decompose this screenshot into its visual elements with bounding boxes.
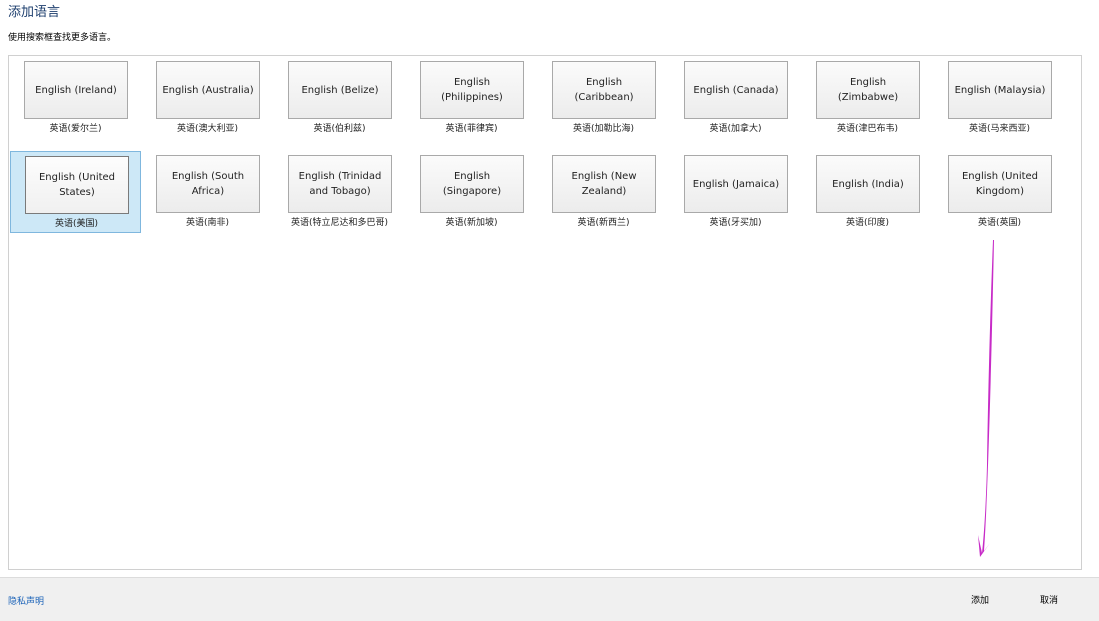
language-tile-button[interactable]: English (Jamaica) <box>684 155 788 213</box>
language-tile[interactable]: English (India) 英语(印度) <box>802 151 933 233</box>
language-tile-button[interactable]: English (New Zealand) <box>552 155 656 213</box>
language-tile-button[interactable]: English (United States) <box>25 156 129 214</box>
language-tile[interactable]: English (Malaysia) 英语(马来西亚) <box>934 57 1065 139</box>
language-native-name: 英语(印度) <box>845 218 890 228</box>
language-tile[interactable]: English (Zimbabwe) 英语(津巴布韦) <box>802 57 933 139</box>
language-tile[interactable]: English (Australia) 英语(澳大利亚) <box>142 57 273 139</box>
language-tile-button[interactable]: English (India) <box>816 155 920 213</box>
cancel-button[interactable]: 取消 <box>1020 591 1078 608</box>
language-tile-button[interactable]: English (Philippines) <box>420 61 524 119</box>
language-tile-button[interactable]: English (Trinidad and Tobago) <box>288 155 392 213</box>
language-native-name: 英语(新加坡) <box>445 218 498 228</box>
language-tile[interactable]: English (New Zealand) 英语(新西兰) <box>538 151 669 233</box>
language-tile-button[interactable]: English (Belize) <box>288 61 392 119</box>
language-tile[interactable]: English (Singapore) 英语(新加坡) <box>406 151 537 233</box>
language-native-name: 英语(澳大利亚) <box>176 124 239 134</box>
language-tile[interactable]: English (Belize) 英语(伯利兹) <box>274 57 405 139</box>
add-button[interactable]: 添加 <box>951 591 1009 608</box>
language-native-name: 英语(津巴布韦) <box>836 124 899 134</box>
language-tile-button[interactable]: English (Caribbean) <box>552 61 656 119</box>
language-native-name: 英语(加勒比海) <box>572 124 635 134</box>
instruction-text: 使用搜索框查找更多语言。 <box>8 33 117 43</box>
language-native-name: 英语(加拿大) <box>709 124 762 134</box>
language-native-name: 英语(美国) <box>54 219 99 229</box>
language-native-name: 英语(牙买加) <box>709 218 762 228</box>
language-native-name: 英语(伯利兹) <box>313 124 366 134</box>
dialog-footer: 隐私声明 添加 取消 <box>0 577 1099 621</box>
language-tile-button[interactable]: English (South Africa) <box>156 155 260 213</box>
language-tile[interactable]: English (Trinidad and Tobago) 英语(特立尼达和多巴哥… <box>274 151 405 233</box>
language-native-name: 英语(新西兰) <box>577 218 630 228</box>
language-tile-button[interactable]: English (Singapore) <box>420 155 524 213</box>
language-tile-button[interactable]: English (Zimbabwe) <box>816 61 920 119</box>
language-tile[interactable]: English (Jamaica) 英语(牙买加) <box>670 151 801 233</box>
language-tile-button[interactable]: English (Malaysia) <box>948 61 1052 119</box>
language-tile[interactable]: English (United Kingdom) 英语(英国) <box>934 151 1065 233</box>
language-tile[interactable]: English (Caribbean) 英语(加勒比海) <box>538 57 669 139</box>
language-native-name: 英语(马来西亚) <box>968 124 1031 134</box>
language-tile-button[interactable]: English (Australia) <box>156 61 260 119</box>
language-tile[interactable]: English (Philippines) 英语(菲律宾) <box>406 57 537 139</box>
language-native-name: 英语(英国) <box>977 218 1022 228</box>
annotation-arrow-icon <box>978 240 994 557</box>
language-tile[interactable]: English (Canada) 英语(加拿大) <box>670 57 801 139</box>
language-native-name: 英语(特立尼达和多巴哥) <box>290 218 389 228</box>
language-tile-button[interactable]: English (Canada) <box>684 61 788 119</box>
language-tile-button[interactable]: English (Ireland) <box>24 61 128 119</box>
language-native-name: 英语(南非) <box>185 218 230 228</box>
language-native-name: 英语(菲律宾) <box>445 124 498 134</box>
language-tile-button[interactable]: English (United Kingdom) <box>948 155 1052 213</box>
language-native-name: 英语(爱尔兰) <box>49 124 102 134</box>
language-tile[interactable]: English (United States) 英语(美国) <box>10 151 141 233</box>
language-grid: English (Ireland) 英语(爱尔兰) English (Austral… <box>8 55 1082 570</box>
language-tile[interactable]: English (South Africa) 英语(南非) <box>142 151 273 233</box>
privacy-statement-link[interactable]: 隐私声明 <box>8 594 44 607</box>
page-title: 添加语言 <box>8 5 61 20</box>
language-tile[interactable]: English (Ireland) 英语(爱尔兰) <box>10 57 141 139</box>
